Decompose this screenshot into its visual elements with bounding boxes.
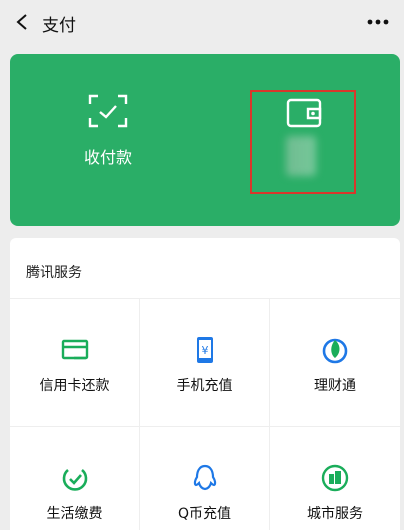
credit-card-icon xyxy=(60,335,90,365)
service-city[interactable]: 城市服务 xyxy=(270,427,400,530)
bill-pay-icon xyxy=(60,463,90,493)
receive-pay-label: 收付款 xyxy=(83,148,132,167)
city-service-icon xyxy=(320,463,350,493)
service-label: 理财通 xyxy=(314,378,356,394)
wallet-icon xyxy=(286,98,322,128)
more-options-icon[interactable] xyxy=(366,10,390,34)
service-label: 手机充值 xyxy=(176,378,233,394)
top-bar: 支付 xyxy=(0,0,404,44)
tencent-services-panel: 腾讯服务 信用卡还款 ¥ 手机充值 理财通 生活缴费 Q币充值 城市服务 xyxy=(10,238,400,530)
service-credit-card-repay[interactable]: 信用卡还款 xyxy=(10,299,140,427)
service-wealth[interactable]: 理财通 xyxy=(270,299,400,427)
back-icon[interactable] xyxy=(12,12,32,32)
payment-card: 收付款 xyxy=(10,54,400,226)
receive-pay-button[interactable]: 收付款 xyxy=(50,54,170,226)
service-qq-coin[interactable]: Q币充值 xyxy=(140,427,270,530)
svg-text:¥: ¥ xyxy=(201,344,208,357)
service-bill-pay[interactable]: 生活缴费 xyxy=(10,427,140,530)
blurred-balance xyxy=(286,136,316,176)
service-label: 生活缴费 xyxy=(46,506,103,522)
wealth-icon xyxy=(320,335,350,365)
page-title: 支付 xyxy=(42,16,76,36)
services-grid: 信用卡还款 ¥ 手机充值 理财通 生活缴费 Q币充值 城市服务 xyxy=(10,298,400,530)
service-phone-topup[interactable]: ¥ 手机充值 xyxy=(140,299,270,427)
service-label: 城市服务 xyxy=(307,506,363,522)
section-title: 腾讯服务 xyxy=(26,265,82,281)
payment-page: 支付 收付款 腾讯服务 信用卡还款 ¥ 手机充值 理财通 生活缴费 Q币充值 城… xyxy=(0,0,404,530)
wallet-button[interactable] xyxy=(250,90,356,194)
service-label: 信用卡还款 xyxy=(39,378,110,394)
qq-coin-icon xyxy=(190,463,220,493)
service-label: Q币充值 xyxy=(177,506,232,522)
phone-topup-icon: ¥ xyxy=(190,335,220,365)
scan-icon xyxy=(88,94,128,128)
